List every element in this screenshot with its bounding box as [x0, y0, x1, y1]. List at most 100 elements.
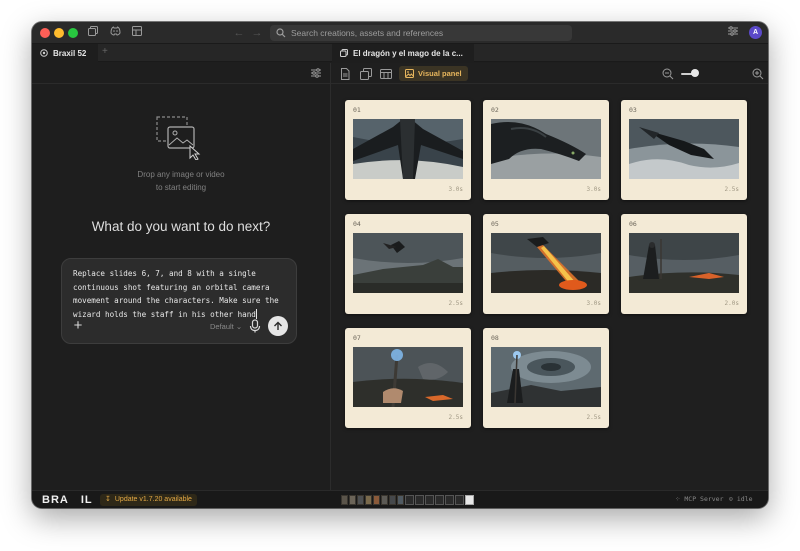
slide-number: 08 — [491, 334, 499, 342]
editor-toolbar — [32, 63, 330, 84]
slide-duration: 2.5s — [448, 300, 463, 307]
microphone-icon[interactable] — [248, 319, 262, 333]
zoom-in-icon[interactable] — [752, 68, 764, 80]
slide-thumbnail-wizard-vortex — [491, 347, 601, 407]
timeline-thumb[interactable] — [405, 495, 414, 505]
tab-story-label: El dragón y el mago de la c... — [353, 48, 463, 58]
timeline-thumb[interactable] — [341, 495, 348, 505]
tab-story[interactable]: El dragón y el mago de la c... — [332, 44, 474, 62]
search-icon — [276, 28, 286, 38]
timeline-thumb[interactable] — [397, 495, 404, 505]
timeline-thumb[interactable] — [365, 495, 372, 505]
slide-duration: 3.0s — [586, 300, 601, 307]
zoom-slider-handle[interactable] — [691, 69, 699, 77]
timeline-thumb[interactable] — [445, 495, 454, 505]
timeline-thumb[interactable] — [455, 495, 464, 505]
slide-card[interactable]: 04 2.5s — [345, 214, 471, 314]
timeline-thumb[interactable] — [349, 495, 356, 505]
slide-card[interactable]: 08 2.5s — [483, 328, 609, 428]
drop-hint-line-1: Drop any image or video — [137, 170, 225, 179]
layout-icon[interactable] — [130, 26, 144, 40]
timeline-filmstrip[interactable] — [341, 495, 474, 505]
story-icon — [340, 49, 348, 57]
slide-thumbnail-dragon-fire — [491, 233, 601, 293]
slide-number: 05 — [491, 220, 499, 228]
timeline-thumb[interactable] — [373, 495, 380, 505]
zoom-out-icon[interactable] — [662, 68, 674, 80]
app-logo: BRA IL — [42, 494, 93, 506]
filters-icon[interactable] — [726, 26, 740, 40]
discord-icon[interactable] — [108, 26, 122, 40]
prompt-input-text: Replace slides 6, 7, and 8 with a single… — [73, 269, 279, 319]
tab-bar: Braxil 52 + El dragón y el mago de la c.… — [32, 44, 768, 62]
mcp-server-label: MCP Server — [684, 495, 724, 503]
arrow-up-icon — [274, 321, 282, 330]
slide-thumbnail-dragon-sea — [629, 119, 739, 179]
slide-duration: 3.0s — [586, 186, 601, 193]
search-placeholder: Search creations, assets and references — [291, 28, 444, 38]
project-icon — [40, 49, 48, 57]
mcp-server-status[interactable]: ⁘ MCP Server — [675, 495, 724, 503]
drop-hint: Drop any image or video to start editing — [32, 168, 330, 194]
timeline-thumb[interactable] — [415, 495, 424, 505]
slide-number: 03 — [629, 106, 637, 114]
visual-panel-button[interactable]: Visual panel — [399, 66, 468, 81]
image-upload-icon[interactable] — [156, 116, 202, 160]
avatar[interactable]: A — [749, 26, 762, 39]
slide-thumbnail-dragon-head — [491, 119, 601, 179]
table-icon[interactable] — [380, 68, 392, 80]
slide-card[interactable]: 07 2.5s — [345, 328, 471, 428]
timeline-thumb[interactable] — [357, 495, 364, 505]
duplicate-icon[interactable] — [360, 68, 372, 80]
visual-panel-label: Visual panel — [418, 69, 462, 78]
slide-duration: 2.0s — [724, 300, 739, 307]
slide-duration: 2.5s — [724, 186, 739, 193]
update-label: Update v1.7.20 available — [114, 496, 192, 503]
send-button[interactable] — [268, 316, 288, 336]
text-cursor — [255, 308, 257, 319]
minimize-window-button[interactable] — [54, 28, 64, 38]
update-badge[interactable]: ↧ Update v1.7.20 available — [100, 494, 197, 506]
search-input[interactable]: Search creations, assets and references — [270, 25, 572, 41]
slide-thumbnail-dragon-wings — [353, 119, 463, 179]
document-icon[interactable] — [339, 68, 351, 80]
maximize-window-button[interactable] — [68, 28, 78, 38]
tab-project-label: Braxil 52 — [53, 48, 87, 58]
slide-duration: 3.0s — [448, 186, 463, 193]
prompt-heading: What do you want to do next? — [91, 219, 271, 234]
model-select-label: Default — [210, 322, 234, 331]
status-dot-icon: ⊙ — [729, 495, 737, 503]
add-tab-button[interactable]: + — [102, 46, 108, 57]
timeline-thumb[interactable] — [465, 495, 474, 505]
slide-card[interactable]: 06 2.0s — [621, 214, 747, 314]
slide-thumbnail-staff-hand — [353, 347, 463, 407]
slide-number: 06 — [629, 220, 637, 228]
download-icon: ↧ — [105, 496, 111, 503]
prompt-input[interactable]: Replace slides 6, 7, and 8 with a single… — [73, 267, 295, 321]
timeline-thumb[interactable] — [389, 495, 396, 505]
model-select[interactable]: Default ⌄ — [210, 322, 242, 331]
timeline-thumb[interactable] — [381, 495, 388, 505]
slide-card[interactable]: 01 3.0s — [345, 100, 471, 200]
slide-number: 02 — [491, 106, 499, 114]
slide-number: 07 — [353, 334, 361, 342]
tab-project[interactable]: Braxil 52 — [32, 44, 98, 62]
plug-icon: ⁘ — [675, 495, 685, 503]
copy-icon[interactable] — [86, 26, 100, 40]
slide-card[interactable]: 05 3.0s — [483, 214, 609, 314]
slide-thumbnail-dragon-distant — [353, 233, 463, 293]
timeline-thumb[interactable] — [425, 495, 434, 505]
add-attachment-button[interactable]: + — [71, 318, 85, 333]
slide-duration: 2.5s — [448, 414, 463, 421]
editor-pane: Drop any image or video to start editing… — [32, 63, 330, 490]
app-window: ← → Search creations, assets and referen… — [32, 22, 768, 508]
slide-thumbnail-wizard-fire — [629, 233, 739, 293]
forward-arrow-icon[interactable]: → — [250, 26, 264, 40]
slide-card[interactable]: 03 2.5s — [621, 100, 747, 200]
back-arrow-icon[interactable]: ← — [232, 26, 246, 40]
slide-card[interactable]: 02 3.0s — [483, 100, 609, 200]
prompt-composer[interactable]: Replace slides 6, 7, and 8 with a single… — [61, 258, 297, 344]
close-window-button[interactable] — [40, 28, 50, 38]
timeline-thumb[interactable] — [435, 495, 444, 505]
sliders-icon[interactable] — [310, 67, 322, 79]
